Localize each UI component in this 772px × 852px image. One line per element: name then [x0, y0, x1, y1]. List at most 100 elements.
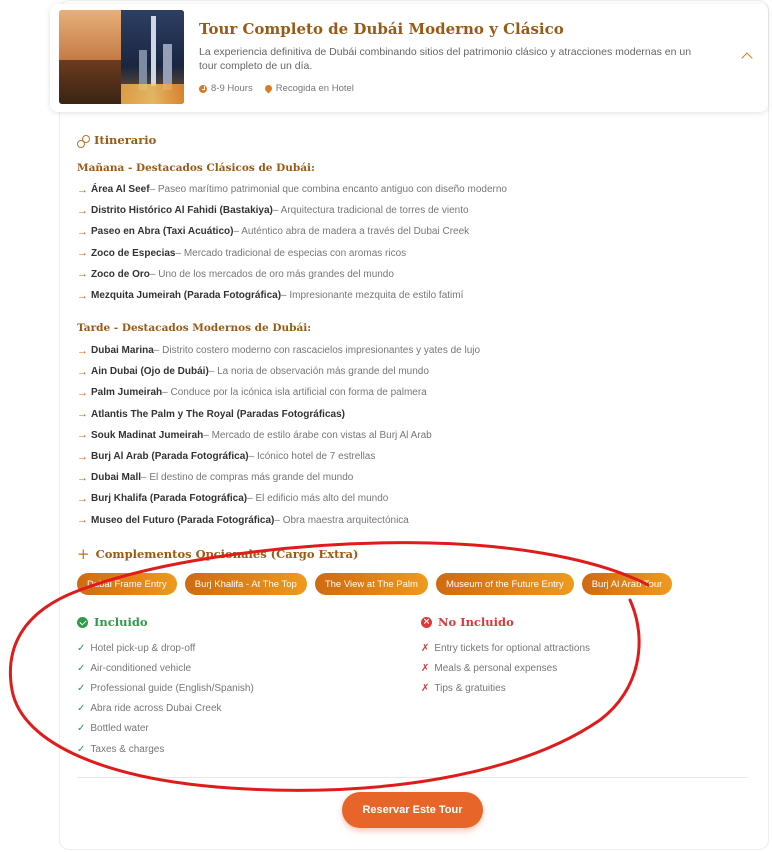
arrow-right-icon: → [77, 386, 88, 399]
itinerary-item-name: Área Al Seef [91, 184, 150, 196]
itinerary-item: → Souk Madinat Jumeirah – Mercado de esti… [77, 425, 480, 446]
included-item-label: Professional guide (English/Spanish) [90, 682, 254, 694]
plus-icon: + [77, 545, 90, 563]
itinerary-item-desc: – Distrito costero moderno con rascaciel… [153, 345, 481, 357]
itinerary-item-desc: – Impresionante mezquita de estilo fatim… [281, 290, 464, 302]
cross-icon: ✗ [421, 662, 430, 674]
not_included-item: ✗ Entry tickets for optional attractions [421, 638, 590, 658]
addons-title: Complementos Opcionales (Cargo Extra) [95, 547, 359, 561]
route-icon [77, 134, 90, 148]
itinerary-item-desc: – Mercado de estilo árabe con vistas al … [203, 429, 432, 441]
itinerary-item: → Atlantis The Palm y The Royal (Paradas … [77, 404, 480, 425]
itinerary-item: → Museo del Futuro (Parada Fotográfica) –… [77, 510, 480, 531]
addon-pill[interactable]: Dubai Frame Entry [77, 573, 177, 595]
not_included-item: ✗ Meals & personal expenses [421, 658, 590, 678]
itinerary-item: → Palm Jumeirah – Conduce por la icónica … [77, 382, 480, 403]
included-item: ✓ Bottled water [77, 719, 254, 739]
morning-title: Mañana - Destacados Clásicos de Dubái: [77, 162, 315, 174]
addon-pill[interactable]: Burj Khalifa - At The Top [184, 573, 307, 595]
included-item: ✓ Abra ride across Dubai Creek [77, 699, 254, 719]
itinerary-item-name: Palm Jumeirah [91, 387, 163, 399]
included-item-label: Air-conditioned vehicle [90, 662, 192, 674]
arrow-right-icon: → [77, 344, 88, 357]
addon-pill[interactable]: The View at The Palm [314, 573, 428, 595]
itinerary-item-desc: – Auténtico abra de madera a través del … [233, 226, 470, 238]
addons-list: Dubai Frame Entry Burj Khalifa - At The T… [77, 573, 673, 595]
included-item-label: Bottled water [90, 723, 149, 735]
not_included-item-label: Meals & personal expenses [434, 662, 558, 674]
arrow-right-icon: → [77, 289, 88, 302]
arrow-right-icon: → [77, 429, 88, 442]
arrow-right-icon: → [77, 225, 88, 238]
itinerary-item-desc: – El destino de compras más grande del m… [141, 472, 354, 484]
itinerary-item: → Zoco de Especias – Mercado tradicional … [77, 243, 507, 264]
check-circle-icon [77, 616, 88, 628]
pickup: Recogida en Hotel [263, 83, 354, 94]
not-included-list: ✗ Entry tickets for optional attractions ✗… [421, 638, 590, 699]
arrow-right-icon: → [77, 450, 88, 463]
tour-meta: 8-9 Hours Recogida en Hotel [199, 83, 354, 94]
itinerary-item-desc: – La noria de observación más grande del… [208, 366, 429, 378]
duration: 8-9 Hours [199, 83, 253, 94]
itinerary-item-desc: – Obra maestra arquitectónica [274, 514, 409, 526]
itinerary-item-name: Burj Al Arab (Parada Fotográfica) [91, 451, 249, 463]
included-title: Incluido [94, 615, 148, 629]
included-item: ✓ Air-conditioned vehicle [77, 658, 254, 678]
arrow-right-icon: → [77, 365, 88, 378]
itinerary-item: → Burj Al Arab (Parada Fotográfica) – Icó… [77, 446, 480, 467]
itinerary-item-name: Mezquita Jumeirah (Parada Fotográfica) [91, 290, 282, 302]
itinerary-item-name: Souk Madinat Jumeirah [91, 429, 204, 441]
cross-icon: ✗ [421, 682, 430, 694]
book-tour-button[interactable]: Reservar Este Tour [342, 792, 483, 828]
itinerary-item-name: Burj Khalifa (Parada Fotográfica) [91, 493, 248, 505]
arrow-right-icon: → [77, 183, 88, 196]
addon-pill[interactable]: Museum of the Future Entry [435, 573, 574, 595]
addon-pill[interactable]: Burj Al Arab Tour [581, 573, 673, 595]
itinerary-item-name: Zoco de Especias [91, 247, 176, 259]
arrow-right-icon: → [77, 247, 88, 260]
check-icon: ✓ [77, 723, 86, 735]
included-item: ✓ Professional guide (English/Spanish) [77, 678, 254, 698]
itinerary-item-desc: – Uno de los mercados de oro más grandes… [149, 268, 394, 280]
arrow-right-icon: → [77, 408, 88, 421]
included-item-label: Abra ride across Dubai Creek [90, 703, 222, 715]
itinerary-item-name: Paseo en Abra (Taxi Acuático) [91, 226, 234, 238]
included-list: ✓ Hotel pick-up & drop-off ✓ Air-conditione… [77, 638, 254, 759]
arrow-right-icon: → [77, 268, 88, 281]
included-item: ✓ Taxes & charges [77, 739, 254, 759]
tour-thumbnail [59, 10, 184, 104]
chevron-up-icon[interactable] [741, 52, 753, 64]
itinerary-item: → Distrito Histórico Al Fahidi (Bastakiya… [77, 200, 507, 221]
itinerary-item: → Mezquita Jumeirah (Parada Fotográfica) … [77, 285, 507, 306]
arrow-right-icon: → [77, 471, 88, 484]
itinerary-item: → Área Al Seef – Paseo marítimo patrimoni… [77, 179, 507, 200]
not_included-item-label: Tips & gratuities [434, 682, 506, 694]
divider [77, 777, 748, 778]
tour-header[interactable]: Tour Completo de Dubái Moderno y Clásico… [50, 4, 768, 112]
itinerary-item: → Dubai Marina – Distrito costero moderno… [77, 340, 480, 361]
itinerary-item-name: Ain Dubai (Ojo de Dubái) [91, 366, 209, 378]
included-item-label: Taxes & charges [90, 743, 165, 755]
not_included-item: ✗ Tips & gratuities [421, 678, 590, 698]
duration-label: 8-9 Hours [211, 83, 253, 94]
afternoon-title: Tarde - Destacados Modernos de Dubái: [77, 322, 312, 334]
tour-title: Tour Completo de Dubái Moderno y Clásico [199, 20, 564, 38]
included-heading: Incluido [77, 615, 148, 629]
itinerary-item-name: Dubai Marina [91, 345, 154, 357]
check-icon: ✓ [77, 662, 86, 674]
arrow-right-icon: → [77, 492, 88, 505]
arrow-right-icon: → [77, 204, 88, 217]
addons-heading: + Complementos Opcionales (Cargo Extra) [77, 545, 358, 563]
included-item: ✓ Hotel pick-up & drop-off [77, 638, 254, 658]
itinerary-item-desc: – Mercado tradicional de especias con ar… [175, 247, 407, 259]
itinerary-item-desc: – Arquitectura tradicional de torres de … [272, 205, 469, 217]
not_included-item-label: Entry tickets for optional attractions [434, 642, 591, 654]
itinerary-heading: Itinerario [77, 133, 156, 148]
itinerary-item-desc: – Conduce por la icónica isla artificial… [162, 387, 427, 399]
arrow-right-icon: → [77, 514, 88, 527]
morning-list: → Área Al Seef – Paseo marítimo patrimoni… [77, 179, 507, 306]
pickup-label: Recogida en Hotel [275, 83, 354, 94]
x-circle-icon: × [421, 616, 432, 628]
afternoon-list: → Dubai Marina – Distrito costero moderno… [77, 340, 480, 531]
clock-icon [199, 84, 207, 93]
